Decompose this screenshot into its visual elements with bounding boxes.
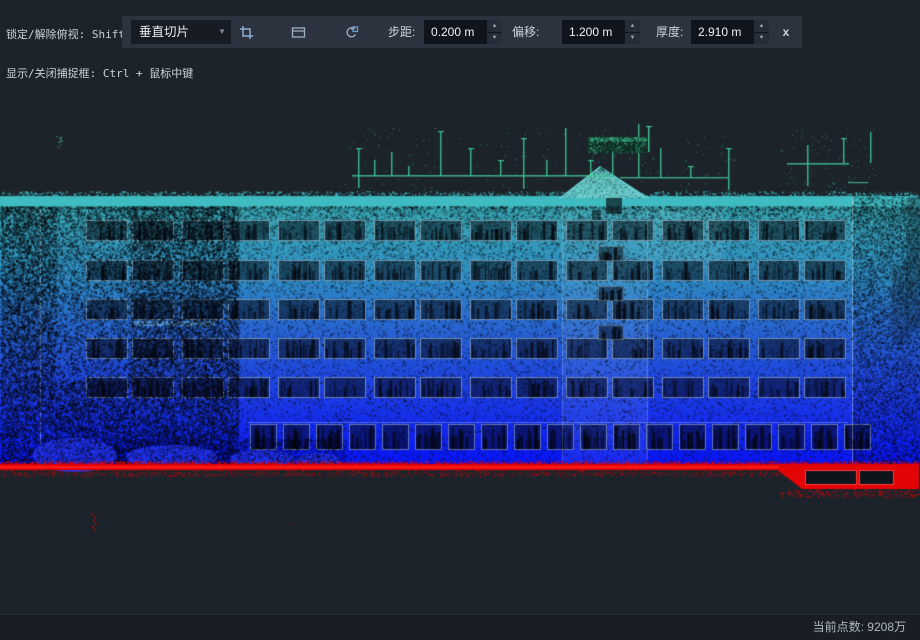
crop-icon bbox=[239, 25, 254, 40]
step-distance-input[interactable] bbox=[424, 20, 486, 44]
thickness-spin-down-icon[interactable]: ▼ bbox=[754, 33, 769, 45]
step-distance-label: 步距: bbox=[388, 16, 415, 48]
thickness-spin-up-icon[interactable]: ▲ bbox=[754, 20, 769, 32]
offset-spin-up-icon[interactable]: ▲ bbox=[625, 20, 640, 32]
thickness-input[interactable] bbox=[691, 20, 753, 44]
step-distance-spin-down-icon[interactable]: ▼ bbox=[487, 33, 502, 45]
point-count-text: 当前点数: 9208万 bbox=[813, 615, 906, 640]
hint-line-2: 显示/关闭捕捉框: Ctrl + 鼠标中键 bbox=[6, 67, 193, 80]
chevron-down-icon: ▼ bbox=[218, 20, 226, 44]
step-distance-field-wrap: ▲ ▼ bbox=[424, 20, 502, 44]
offset-field-wrap: ▲ ▼ bbox=[562, 20, 640, 44]
app-window: 锁定/解除俯视: Shift + Tab 显示/关闭捕捉框: Ctrl + 鼠标… bbox=[0, 0, 920, 640]
status-bar: 当前点数: 9208万 bbox=[0, 614, 920, 640]
close-toolbar-button[interactable]: x bbox=[774, 20, 798, 44]
slice-window-icon bbox=[291, 25, 306, 40]
crop-button[interactable] bbox=[234, 20, 258, 44]
slice-window-button[interactable] bbox=[286, 20, 310, 44]
thickness-spinner: ▲ ▼ bbox=[754, 20, 769, 44]
thickness-label: 厚度: bbox=[656, 16, 683, 48]
rotate-reset-button[interactable] bbox=[339, 20, 363, 44]
thickness-field-wrap: ▲ ▼ bbox=[691, 20, 769, 44]
offset-input[interactable] bbox=[562, 20, 624, 44]
offset-spinner: ▲ ▼ bbox=[625, 20, 640, 44]
rotate-reset-icon bbox=[344, 25, 359, 40]
slice-mode-dropdown[interactable]: 垂直切片 ▼ bbox=[131, 20, 231, 44]
offset-label: 偏移: bbox=[512, 16, 539, 48]
step-distance-spin-up-icon[interactable]: ▲ bbox=[487, 20, 502, 32]
offset-spin-down-icon[interactable]: ▼ bbox=[625, 33, 640, 45]
slice-mode-value: 垂直切片 bbox=[139, 25, 189, 39]
slice-toolbar: 垂直切片 ▼ 步距: ▲ ▼ bbox=[122, 16, 802, 48]
step-distance-spinner: ▲ ▼ bbox=[487, 20, 502, 44]
